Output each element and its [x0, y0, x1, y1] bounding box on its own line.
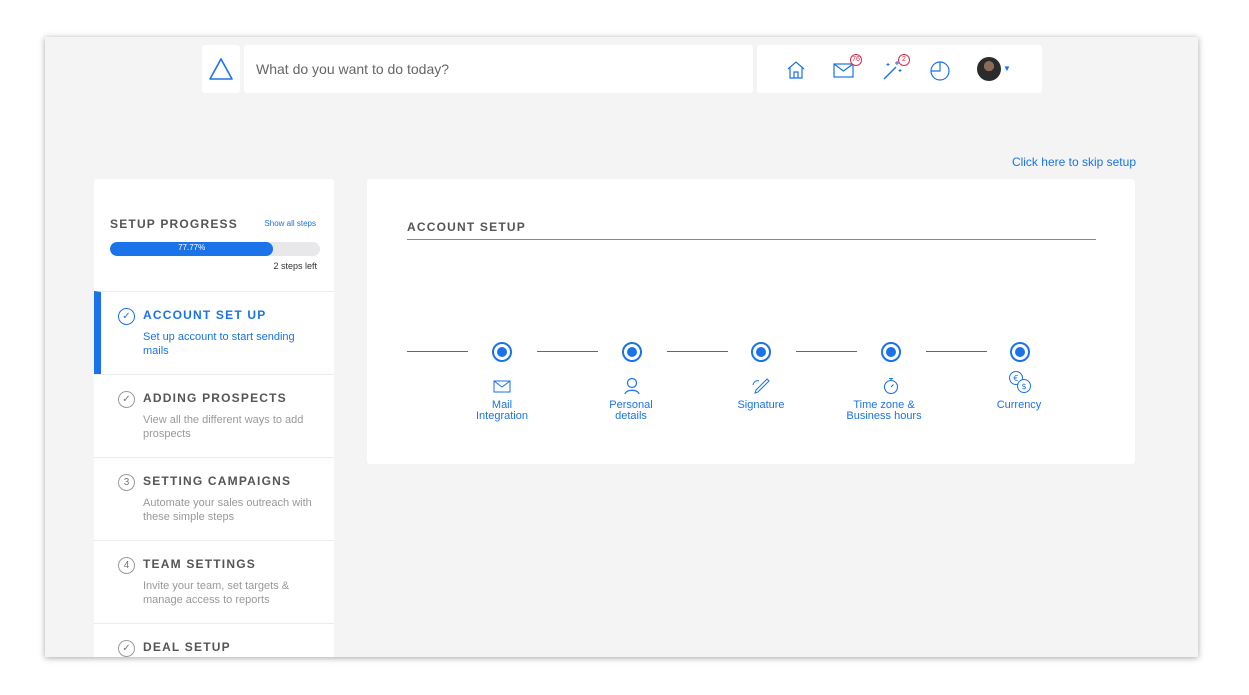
stopwatch-icon: [883, 377, 899, 395]
account-setup-title: ACCOUNT SETUP: [407, 220, 526, 234]
label-line: Currency: [996, 399, 1042, 411]
currency-icon: € $: [1009, 371, 1031, 393]
show-all-steps-link[interactable]: Show all steps: [264, 219, 316, 228]
check-circle-icon: ✓: [118, 391, 135, 408]
home-button[interactable]: [784, 58, 808, 82]
account-setup-panel: ACCOUNT SETUP Mail Integration Personal …: [367, 179, 1135, 464]
reports-button[interactable]: [928, 58, 952, 82]
step-setting-campaigns[interactable]: 3 SETTING CAMPAIGNS Automate your sales …: [94, 457, 334, 540]
step-title: ADDING PROSPECTS: [143, 391, 287, 405]
skip-setup-link[interactable]: Click here to skip setup: [1012, 155, 1136, 169]
setup-progress-title: SETUP PROGRESS: [110, 217, 238, 231]
step-title: ACCOUNT SET UP: [143, 308, 267, 322]
search-input[interactable]: [244, 45, 753, 93]
label-line: details: [615, 410, 647, 422]
step-number-icon: 3: [118, 474, 135, 491]
step-description: Automate your sales outreach with these …: [143, 497, 312, 523]
stepper-connector: [537, 351, 598, 352]
step-adding-prospects[interactable]: ✓ ADDING PROSPECTS View all the differen…: [94, 374, 334, 457]
step-description: Invite your team, set targets & manage a…: [143, 580, 290, 606]
stepper-dot-currency[interactable]: [1010, 342, 1030, 362]
app-logo[interactable]: [202, 45, 240, 93]
stepper-label-signature[interactable]: Signature: [706, 400, 816, 411]
step-team-settings[interactable]: 4 TEAM SETTINGS Invite your team, set ta…: [94, 540, 334, 623]
title-divider: [407, 239, 1096, 240]
step-account-set-up[interactable]: ✓ ACCOUNT SET UP Set up account to start…: [94, 291, 334, 374]
stepper-label-currency[interactable]: Currency: [964, 400, 1074, 411]
step-title: TEAM SETTINGS: [143, 557, 256, 571]
progress-bar-fill: 77.77%: [110, 242, 274, 256]
stepper-connector: [796, 351, 857, 352]
stepper-dot-personal-details[interactable]: [622, 342, 642, 362]
pen-icon: [752, 378, 770, 394]
svg-text:€: €: [1013, 374, 1018, 383]
step-title: DEAL SETUP: [143, 640, 231, 654]
user-avatar[interactable]: [977, 57, 1001, 81]
pie-chart-icon: [930, 61, 950, 81]
mail-count-badge: 76: [850, 54, 862, 66]
stepper-dot-signature[interactable]: [751, 342, 771, 362]
stepper-connector: [407, 351, 468, 352]
check-circle-icon: ✓: [118, 640, 135, 657]
app-frame: 76 2 ▼ Click here to skip setup SETUP PR…: [45, 37, 1198, 657]
step-description: View all the different ways to add prosp…: [143, 414, 304, 440]
steps-left-label: 2 steps left: [273, 261, 317, 271]
step-title: SETTING CAMPAIGNS: [143, 474, 292, 488]
envelope-icon: [493, 380, 511, 393]
header-icons: 76 2 ▼: [757, 45, 1042, 93]
stepper-label-time-zone[interactable]: Time zone & Business hours: [829, 400, 939, 422]
label-line: Business hours: [846, 410, 922, 422]
check-circle-icon: ✓: [118, 308, 135, 325]
stepper-label-personal-details[interactable]: Personal details: [576, 400, 686, 422]
stepper-label-mail-integration[interactable]: Mail Integration: [447, 400, 557, 422]
search-bar[interactable]: [244, 45, 753, 93]
label-line: Integration: [476, 410, 528, 422]
mail-button[interactable]: 76: [832, 54, 862, 82]
stepper-connector: [667, 351, 728, 352]
step-deal-setup[interactable]: ✓ DEAL SETUP: [94, 623, 334, 657]
setup-progress-panel: SETUP PROGRESS Show all steps 77.77% 2 s…: [94, 179, 334, 657]
home-icon: [787, 61, 805, 79]
notification-count-badge: 2: [898, 54, 910, 66]
triangle-logo-icon: [209, 58, 233, 80]
step-number-icon: 4: [118, 557, 135, 574]
step-description: Set up account to start sending mails: [143, 331, 295, 357]
user-icon: [624, 377, 640, 395]
chevron-down-icon[interactable]: ▼: [1003, 64, 1011, 73]
magic-wand-button[interactable]: 2: [880, 54, 910, 82]
svg-text:$: $: [1021, 382, 1026, 391]
progress-bar: 77.77%: [110, 242, 320, 256]
stepper-dot-mail-integration[interactable]: [492, 342, 512, 362]
label-line: Signature: [737, 399, 785, 411]
stepper-connector: [926, 351, 987, 352]
stepper-dot-time-zone[interactable]: [881, 342, 901, 362]
